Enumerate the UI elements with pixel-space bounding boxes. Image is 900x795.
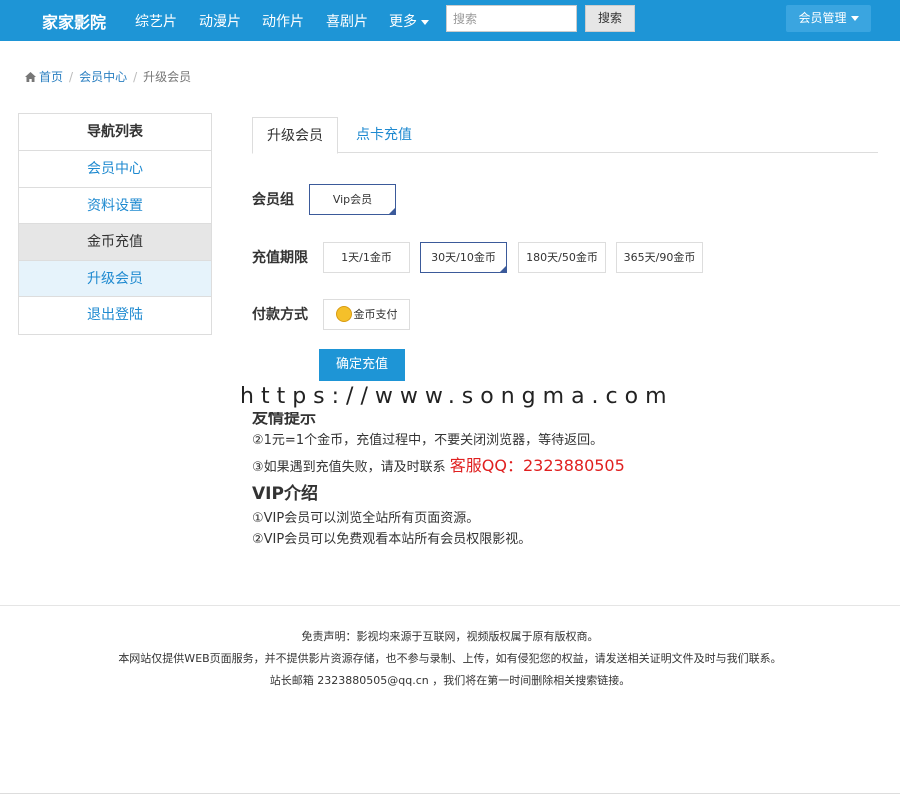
period-option-180day[interactable]: 180天/50金币 <box>518 242 606 273</box>
search-input[interactable] <box>446 5 577 32</box>
customer-service-qq: 客服QQ：2323880505 <box>449 456 625 475</box>
nav-link-action[interactable]: 动作片 <box>262 11 304 31</box>
payment-label: 付款方式 <box>252 307 308 323</box>
breadcrumb: 首页 / 会员中心 / 升级会员 <box>25 68 191 85</box>
period-option-365day[interactable]: 365天/90金币 <box>616 242 703 273</box>
nav-more-label: 更多 <box>389 14 417 30</box>
period-label: 充值期限 <box>252 250 308 266</box>
watermark-text: https://www.songma.com <box>240 384 674 410</box>
note-line-2: ②1元=1个金币，充值过程中，不要关闭浏览器，等待返回。 <box>252 433 604 448</box>
member-menu-button[interactable]: 会员管理 <box>786 5 871 32</box>
home-icon <box>25 72 36 82</box>
period-option-30day[interactable]: 30天/10金币 <box>420 242 507 273</box>
site-logo[interactable]: 家家影院 <box>42 9 106 33</box>
vip-intro-line-1: ①VIP会员可以浏览全站所有页面资源。 <box>252 511 480 526</box>
confirm-recharge-button[interactable]: 确定充值 <box>319 349 405 381</box>
sidebar-nav: 导航列表 会员中心 资料设置 金币充值 升级会员 退出登陆 <box>18 113 212 335</box>
search-button[interactable]: 搜索 <box>585 5 635 32</box>
note-line-3-text: ③如果遇到充值失败，请及时联系 <box>252 460 446 475</box>
period-option-1day[interactable]: 1天/1金币 <box>323 242 410 273</box>
sidebar-item-profile-settings[interactable]: 资料设置 <box>19 188 211 225</box>
vip-intro-line-2: ②VIP会员可以免费观看本站所有会员权限影视。 <box>252 532 532 547</box>
footer: 免责声明：影视均来源于互联网，视频版权属于原有版权商。 本网站仅提供WEB页面服… <box>0 605 900 793</box>
breadcrumb-home[interactable]: 首页 <box>39 70 63 84</box>
sidebar-item-logout[interactable]: 退出登陆 <box>19 297 211 334</box>
nav-link-variety[interactable]: 综艺片 <box>135 11 177 31</box>
bottom-divider <box>0 793 900 794</box>
payment-option-label: 金币支付 <box>353 308 398 321</box>
sidebar-item-member-center[interactable]: 会员中心 <box>19 151 211 188</box>
payment-option-coin[interactable]: 金币支付 <box>323 299 410 330</box>
caret-down-icon <box>850 16 859 21</box>
footer-disclaimer: 免责声明：影视均来源于互联网，视频版权属于原有版权商。 <box>301 630 599 643</box>
sidebar-title: 导航列表 <box>19 114 211 151</box>
member-group-option[interactable]: Vip会员 <box>309 184 396 215</box>
footer-service-note: 本网站仅提供WEB页面服务，并不提供影片资源存储，也不参与录制、上传，如有侵犯您… <box>118 652 782 665</box>
note-line-3: ③如果遇到充值失败，请及时联系 客服QQ：2323880505 <box>252 452 625 476</box>
coin-icon <box>335 306 352 322</box>
nav-link-anime[interactable]: 动漫片 <box>199 11 241 31</box>
sidebar-item-coin-recharge[interactable]: 金币充值 <box>19 224 211 261</box>
vip-intro-title: VIP介绍 <box>252 484 318 504</box>
tab-bar: 升级会员 点卡充值 <box>252 117 878 154</box>
tab-card-recharge[interactable]: 点卡充值 <box>342 117 426 153</box>
breadcrumb-member-center[interactable]: 会员中心 <box>79 70 127 84</box>
nav-more-dropdown[interactable]: 更多 <box>389 11 429 31</box>
footer-contact: 站长邮箱 2323880505@qq.cn ，我们将在第一时间删除相关搜索链接。 <box>269 674 631 687</box>
tab-upgrade-member[interactable]: 升级会员 <box>252 117 338 154</box>
breadcrumb-current: 升级会员 <box>143 70 192 84</box>
sidebar-item-upgrade-member[interactable]: 升级会员 <box>19 260 211 298</box>
nav-link-comedy[interactable]: 喜剧片 <box>326 11 368 31</box>
top-navbar: 家家影院 综艺片 动漫片 动作片 喜剧片 更多 搜索 会员管理 <box>0 0 900 41</box>
caret-down-icon <box>421 19 429 25</box>
member-group-label: 会员组 <box>252 192 294 208</box>
member-menu-label: 会员管理 <box>798 11 847 25</box>
